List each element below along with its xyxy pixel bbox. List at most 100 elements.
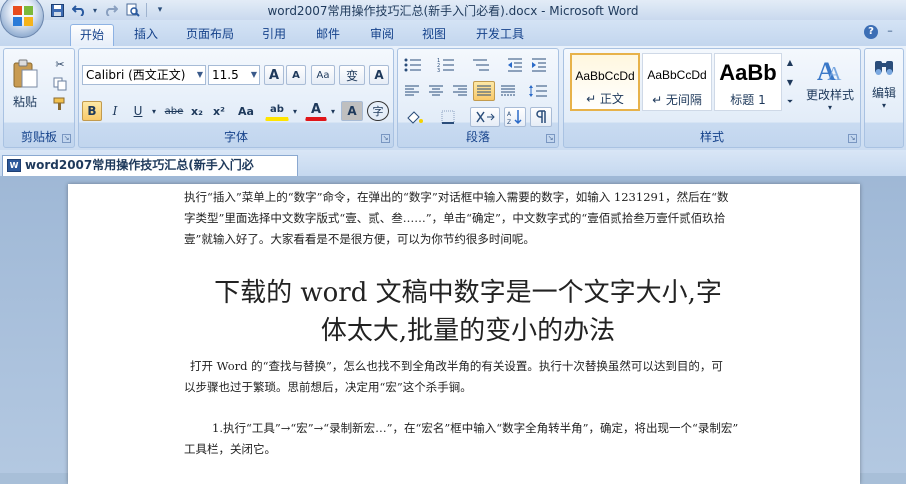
undo-icon[interactable] [70, 2, 88, 18]
distributed-icon[interactable] [497, 81, 519, 101]
ribbon: 粘贴 ✂ 剪贴板 ↘ Calibri (西文正文) ▼ 11.5 ▼ A A Aa … [0, 46, 906, 150]
paragraph-launcher-icon[interactable]: ↘ [546, 134, 555, 143]
document-page[interactable]: 执行“插入”菜单上的“数字”命令，在弹出的“数字”对话框中输入需要的数字，如输入… [68, 184, 860, 484]
font-name-combo[interactable]: Calibri (西文正文) ▼ [82, 65, 206, 85]
show-formatting-icon[interactable] [530, 107, 552, 127]
change-styles-button[interactable]: AA 更改样式 ▾ [802, 53, 858, 115]
document-heading: 下载的 word 文稿中数字是一个文字大小,字 体太大,批量的变小的办法 [178, 274, 758, 350]
editing-button[interactable]: 编辑 ▾ [867, 53, 901, 115]
numbering-icon[interactable]: 123 [434, 55, 458, 75]
multilevel-list-icon[interactable] [468, 55, 494, 75]
paste-icon [13, 59, 38, 87]
style-normal[interactable]: AaBbCcDd ↵ 正文 [570, 53, 640, 111]
redo-icon[interactable] [102, 2, 120, 18]
document-tab-bar: W word2007常用操作技巧汇总(新手入门必看).docx [0, 150, 906, 191]
highlight-button[interactable]: ab [265, 101, 289, 121]
svg-text:A: A [827, 63, 842, 84]
align-right-icon[interactable] [449, 81, 471, 101]
paragraph-line: 执行“插入”菜单上的“数字”命令，在弹出的“数字”对话框中输入需要的数字，如输入… [184, 190, 729, 204]
style-no-spacing[interactable]: AaBbCcDd ↵ 无间隔 [642, 53, 712, 111]
clear-format-button[interactable]: Aa [311, 65, 335, 85]
shrink-font-button[interactable]: A [286, 65, 306, 85]
character-shading-button[interactable]: A [341, 101, 363, 121]
customize-qat-icon[interactable]: ▾ [151, 2, 169, 18]
tab-references[interactable]: 引用 [252, 24, 296, 46]
italic-button[interactable]: I [105, 101, 125, 121]
styles-group: AaBbCcDd ↵ 正文 AaBbCcDd ↵ 无间隔 AaBb 标题 1 ▲… [563, 48, 861, 148]
binoculars-icon [875, 61, 893, 75]
tab-mailings[interactable]: 邮件 [306, 24, 350, 46]
paragraph-line: 壹”就输入好了。大家看看是不是很方便，可以为你节约很多时间呢。 [184, 232, 535, 246]
change-case-button[interactable]: Aa [233, 101, 259, 121]
phonetic-guide-button[interactable]: 变 [339, 65, 365, 85]
line-spacing-icon[interactable] [524, 81, 554, 101]
highlight-dropdown-icon[interactable]: ▾ [291, 101, 299, 121]
help-icon[interactable]: ? [864, 25, 878, 39]
tab-insert[interactable]: 插入 [124, 24, 168, 46]
align-left-icon[interactable] [401, 81, 423, 101]
font-size-combo[interactable]: 11.5 ▼ [208, 65, 260, 85]
increase-indent-icon[interactable] [528, 55, 550, 75]
shading-icon[interactable] [401, 107, 429, 127]
tab-home[interactable]: 开始 [70, 24, 114, 46]
tab-developer[interactable]: 开发工具 [468, 24, 532, 46]
paste-button[interactable]: 粘贴 [8, 53, 42, 115]
format-painter-icon[interactable] [50, 95, 70, 113]
chevron-down-icon: ▾ [827, 103, 832, 112]
style-sample: AaBbCcDd [647, 68, 707, 82]
underline-dropdown-icon[interactable]: ▾ [149, 101, 159, 121]
office-logo-icon [13, 6, 33, 26]
paste-label: 粘贴 [12, 94, 37, 109]
svg-text:Z: Z [507, 119, 511, 125]
sort-icon[interactable]: AZ [504, 107, 526, 127]
chinese-layout-icon[interactable] [470, 107, 500, 127]
align-center-icon[interactable] [425, 81, 447, 101]
strikethrough-button[interactable]: abe [163, 101, 185, 121]
font-launcher-icon[interactable]: ↘ [381, 134, 390, 143]
bullets-icon[interactable] [401, 55, 425, 75]
save-icon[interactable] [48, 2, 66, 18]
grow-font-button[interactable]: A [264, 65, 284, 85]
paragraph-line: 字类型”里面选择中文数字版式“壹、贰、叁……”，单击“确定”，中文数字式的“壹佰… [184, 211, 726, 225]
paragraph-group: 123 A Z 段落 ↘ [397, 48, 559, 148]
paragraph-line: 打开 Word 的“查找与替换”，怎么也找不到全角改半角的有关设置。执行十次替换… [190, 359, 723, 373]
enclose-characters-button[interactable]: 字 [367, 101, 389, 121]
justify-icon[interactable] [473, 81, 495, 101]
clipboard-launcher-icon[interactable]: ↘ [62, 134, 71, 143]
styles-scroll-down-icon[interactable]: ▼ [784, 73, 796, 91]
subscript-button[interactable]: x₂ [187, 101, 207, 121]
style-heading-1[interactable]: AaBb 标题 1 [714, 53, 782, 111]
decrease-indent-icon[interactable] [504, 55, 526, 75]
svg-text:A: A [507, 111, 512, 118]
font-group: Calibri (西文正文) ▼ 11.5 ▼ A A Aa 变 A B I U ▾… [78, 48, 394, 148]
styles-scroll-up-icon[interactable]: ▲ [784, 53, 796, 71]
style-sample: AaBbCcDd [575, 69, 635, 83]
styles-launcher-icon[interactable]: ↘ [848, 134, 857, 143]
cut-icon[interactable]: ✂ [50, 55, 70, 73]
tab-review[interactable]: 审阅 [360, 24, 404, 46]
bold-button[interactable]: B [82, 101, 102, 121]
paragraph-line: 1.执行“工具”→“宏”→“录制新宏…”，在“宏名”框中输入“数字全角转半角”，… [212, 421, 739, 435]
tab-page-layout[interactable]: 页面布局 [178, 24, 242, 46]
font-color-dropdown-icon[interactable]: ▾ [329, 101, 337, 121]
styles-more-icon[interactable]: ⏷ [784, 93, 796, 111]
underline-button[interactable]: U [128, 101, 148, 121]
copy-icon[interactable] [50, 75, 70, 93]
quick-access-buttons: ▾ ▾ [48, 2, 169, 18]
character-border-button[interactable]: A [369, 65, 389, 85]
chevron-down-icon: ▼ [250, 70, 257, 79]
font-size-value: 11.5 [212, 68, 239, 82]
paragraph-group-label: 段落 [465, 130, 490, 144]
ribbon-minimize-icon[interactable]: – [882, 24, 898, 40]
styles-group-label: 样式 [699, 130, 724, 144]
tab-view[interactable]: 视图 [412, 24, 456, 46]
change-styles-icon: AA [817, 57, 842, 84]
undo-dropdown-icon[interactable]: ▾ [92, 2, 98, 18]
borders-icon[interactable] [434, 107, 462, 127]
font-color-button[interactable]: A [305, 101, 327, 121]
document-tab[interactable]: W word2007常用操作技巧汇总(新手入门必看).docx [2, 155, 298, 191]
change-styles-label: 更改样式 [805, 88, 854, 102]
print-preview-icon[interactable] [124, 2, 142, 18]
superscript-button[interactable]: x² [209, 101, 229, 121]
editing-group: 编辑 ▾ [864, 48, 904, 148]
